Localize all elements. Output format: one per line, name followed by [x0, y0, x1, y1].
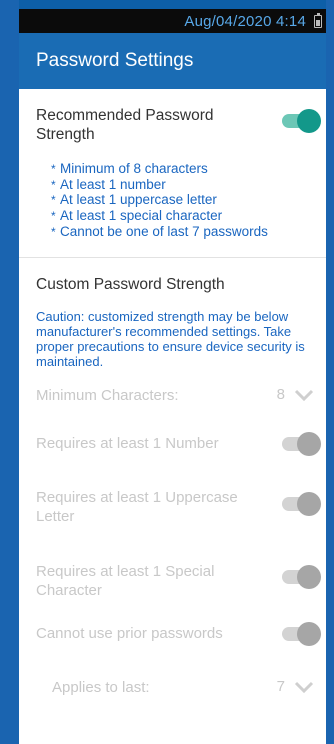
min-characters-row[interactable]: Minimum Characters: 8 — [19, 369, 326, 424]
recommended-section: Recommended Password Strength Minimum of… — [19, 89, 326, 258]
special-toggle[interactable] — [282, 564, 321, 589]
recommended-toggle-row[interactable]: Recommended Password Strength — [19, 89, 326, 151]
min-characters-label: Minimum Characters: — [36, 386, 179, 404]
page-title: Password Settings — [36, 50, 194, 71]
caution-text: Caution: customized strength may be belo… — [36, 308, 305, 369]
applies-to-last-value[interactable]: 7 — [277, 678, 285, 695]
prior-passwords-toggle[interactable] — [282, 621, 321, 646]
prior-passwords-row[interactable]: Cannot use prior passwords — [19, 618, 326, 670]
number-label: Requires at least 1 Number — [36, 434, 219, 452]
applies-to-last-label: Applies to last: — [52, 678, 150, 696]
toggle-knob — [297, 564, 321, 589]
special-label: Requires at least 1 Special Character — [36, 562, 215, 599]
toggle-knob — [297, 491, 321, 516]
status-time: Aug/04/2020 4:14 — [184, 12, 306, 30]
rule-item: At least 1 number — [51, 177, 326, 193]
applies-to-last-row[interactable]: Applies to last: 7 — [19, 670, 326, 720]
battery-icon — [314, 12, 322, 28]
recommended-toggle[interactable] — [282, 109, 321, 133]
rule-item: Minimum of 8 characters — [51, 161, 326, 177]
uppercase-toggle[interactable] — [282, 491, 321, 516]
toggle-knob — [297, 621, 321, 646]
prior-passwords-label: Cannot use prior passwords — [36, 624, 223, 642]
custom-title: Custom Password Strength — [36, 275, 225, 293]
window-right-edge — [326, 0, 334, 744]
chevron-down-icon[interactable] — [294, 681, 314, 693]
recommended-title: Recommended Password Strength — [36, 107, 214, 143]
status-bar: Aug/04/2020 4:14 — [19, 9, 326, 33]
chevron-down-icon[interactable] — [294, 389, 314, 401]
special-row[interactable]: Requires at least 1 Special Character — [19, 550, 326, 618]
app-header: Password Settings — [19, 33, 326, 89]
number-toggle[interactable] — [282, 431, 321, 456]
rule-item: At least 1 special character — [51, 208, 326, 224]
uppercase-label: Requires at least 1 Uppercase Letter — [36, 488, 238, 525]
recommended-rules-list: Minimum of 8 characters At least 1 numbe… — [19, 161, 326, 240]
window-left-edge — [0, 0, 19, 744]
uppercase-row[interactable]: Requires at least 1 Uppercase Letter — [19, 478, 326, 550]
min-characters-value[interactable]: 8 — [277, 386, 285, 403]
number-row[interactable]: Requires at least 1 Number — [19, 424, 326, 478]
rule-item: Cannot be one of last 7 passwords — [51, 224, 326, 240]
custom-section: Custom Password Strength Caution: custom… — [19, 258, 326, 720]
toggle-knob — [297, 431, 321, 456]
app-screen: Aug/04/2020 4:14 Password Settings Recom… — [19, 9, 326, 744]
rule-item: At least 1 uppercase letter — [51, 192, 326, 208]
toggle-knob — [297, 109, 321, 133]
